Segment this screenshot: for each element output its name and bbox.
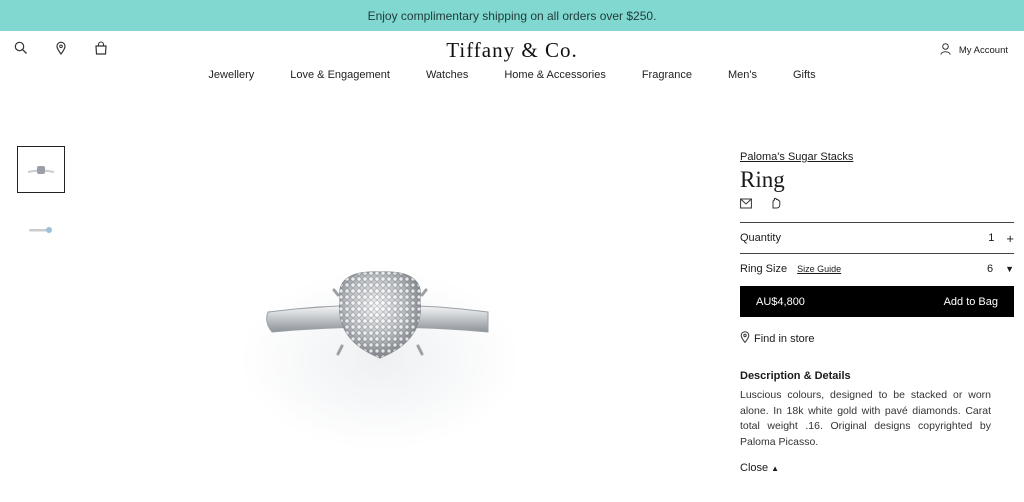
promo-banner: Enjoy complimentary shipping on all orde…: [0, 0, 1024, 31]
find-in-store-label: Find in store: [754, 332, 815, 345]
nav-item-home-accessories[interactable]: Home & Accessories: [504, 69, 605, 81]
add-to-bag-label: Add to Bag: [943, 295, 998, 308]
description-heading: Description & Details: [740, 370, 851, 382]
nav-item-jewellery[interactable]: Jewellery: [208, 69, 254, 81]
close-details-button[interactable]: Close ▲: [740, 462, 779, 474]
size-guide-link[interactable]: Size Guide: [797, 264, 841, 274]
product-title: Ring: [740, 167, 785, 192]
product-actions: [740, 196, 1014, 214]
product-panel: Paloma's Sugar Stacks Ring Quantity 1 + …: [740, 148, 1014, 474]
add-to-bag-button[interactable]: AU$4,800 Add to Bag: [740, 286, 1014, 317]
thumbnail-side[interactable]: [17, 206, 65, 253]
description-text: Luscious colours, designed to be stacked…: [740, 389, 991, 448]
logo-text: Tiffany & Co.: [446, 38, 578, 62]
thumbnail-front[interactable]: [17, 146, 65, 193]
quantity-row: Quantity 1 +: [740, 222, 1014, 254]
nav-item-mens[interactable]: Men's: [728, 69, 757, 81]
caret-up-icon: ▲: [771, 463, 780, 473]
ring-size-label: Ring Size: [740, 263, 788, 275]
ring-size-hand-icon[interactable]: [770, 196, 782, 214]
caret-down-icon[interactable]: ▼: [1005, 264, 1014, 274]
brand-logo[interactable]: Tiffany & Co.: [0, 38, 1024, 63]
nav-item-fragrance[interactable]: Fragrance: [642, 69, 692, 81]
close-label: Close: [740, 462, 769, 474]
ring-size-value[interactable]: 6: [987, 263, 993, 275]
main-nav: Jewellery Love & Engagement Watches Home…: [0, 69, 1024, 81]
collection-link[interactable]: Paloma's Sugar Stacks: [740, 151, 1014, 163]
product-image: [230, 240, 530, 470]
location-pin-icon: [740, 331, 750, 346]
email-icon[interactable]: [740, 196, 752, 214]
account-label: My Account: [958, 45, 1008, 56]
price: AU$4,800: [756, 295, 805, 308]
my-account-link[interactable]: My Account: [940, 43, 1008, 58]
find-in-store-link[interactable]: Find in store: [740, 331, 815, 346]
ring-size-row: Ring Size Size Guide 6 ▼: [740, 254, 1014, 284]
quantity-label: Quantity: [740, 232, 781, 244]
plus-icon[interactable]: +: [1006, 231, 1014, 246]
nav-item-watches[interactable]: Watches: [426, 69, 468, 81]
promo-text: Enjoy complimentary shipping on all orde…: [367, 8, 657, 23]
nav-item-gifts[interactable]: Gifts: [793, 69, 816, 81]
user-icon: [940, 43, 951, 58]
quantity-value[interactable]: 1: [988, 232, 994, 244]
nav-item-love-engagement[interactable]: Love & Engagement: [290, 69, 390, 81]
